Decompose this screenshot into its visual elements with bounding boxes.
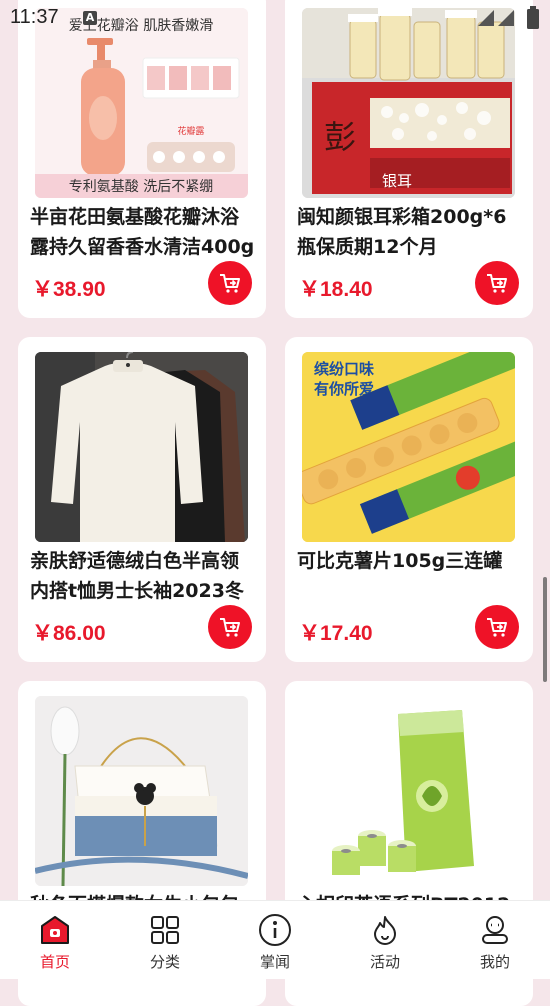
product-name[interactable]: 亲肤舒适德绒白色半高领内搭t恤男士长袖2023冬 — [30, 546, 256, 606]
product-image[interactable]: 缤纷口味 有你所爱 — [302, 352, 515, 542]
cart-icon — [220, 618, 240, 637]
status-bar: 11:37 A — [0, 0, 550, 36]
tremella-box-image: 彭 银耳 — [302, 8, 515, 198]
image-badge: 花瓣露 — [177, 125, 204, 137]
product-price: ￥18.40 — [299, 278, 373, 301]
product-image[interactable] — [35, 352, 248, 542]
scrollbar[interactable] — [543, 577, 547, 682]
info-icon — [258, 913, 292, 947]
tissue-image — [302, 696, 515, 886]
product-card[interactable]: 缤纷口味 有你所爱 可比克薯片105g三连罐 ￥17.40 — [285, 337, 533, 662]
product-price: ￥17.40 — [299, 622, 373, 645]
nav-label: 分类 — [149, 953, 180, 971]
product-card[interactable]: 爱上花瓣浴 肌肤香嫩滑 花瓣露 专利氨基酸 洗后不紧绷 半亩花田氨基酸花瓣沐浴露… — [18, 0, 266, 318]
product-name[interactable]: 半亩花田氨基酸花瓣沐浴露持久留香香水清洁400g — [30, 202, 256, 262]
home-icon — [38, 913, 72, 947]
product-image[interactable] — [35, 696, 248, 886]
image-brand-glyph: 彭 — [324, 118, 356, 156]
bottom-nav: 首页 分类 掌闻 活动 我的 — [0, 900, 550, 979]
body-wash-image: 爱上花瓣浴 肌肤香嫩滑 花瓣露 专利氨基酸 洗后不紧绷 — [35, 8, 248, 198]
nav-item-home[interactable]: 首页 — [0, 901, 110, 979]
nav-item-category[interactable]: 分类 — [110, 901, 220, 979]
add-to-cart-button[interactable] — [475, 261, 519, 305]
image-label: 银耳 — [382, 172, 412, 190]
sweater-image — [35, 352, 248, 542]
grid-icon — [148, 913, 182, 947]
nav-item-profile[interactable]: 我的 — [440, 901, 550, 979]
nav-label: 我的 — [479, 953, 510, 971]
image-footer: 专利氨基酸 洗后不紧绷 — [69, 178, 213, 195]
add-to-cart-button[interactable] — [208, 605, 252, 649]
nav-label: 掌闻 — [259, 953, 290, 971]
image-slogan-1: 缤纷口味 — [314, 360, 374, 378]
chips-image: 缤纷口味 有你所爱 — [302, 352, 515, 542]
product-image[interactable]: 爱上花瓣浴 肌肤香嫩滑 花瓣露 专利氨基酸 洗后不紧绷 — [35, 8, 248, 198]
add-to-cart-button[interactable] — [208, 261, 252, 305]
nav-label: 首页 — [39, 953, 70, 971]
product-price: ￥86.00 — [32, 622, 106, 645]
notification-icon: A — [83, 11, 97, 25]
product-price: ￥38.90 — [32, 278, 106, 301]
cart-icon — [220, 274, 240, 293]
cart-icon — [487, 618, 507, 637]
product-name[interactable]: 闽知颜银耳彩箱200g*6瓶保质期12个月 — [297, 202, 523, 262]
signal-icon — [478, 10, 514, 26]
battery-icon — [527, 6, 539, 29]
product-name[interactable]: 可比克薯片105g三连罐 — [297, 546, 523, 576]
handbag-image — [35, 696, 248, 886]
flame-icon — [368, 913, 402, 947]
nav-item-activity[interactable]: 活动 — [330, 901, 440, 979]
user-icon — [478, 913, 512, 947]
product-card[interactable]: 亲肤舒适德绒白色半高领内搭t恤男士长袖2023冬 ￥86.00 — [18, 337, 266, 662]
cart-icon — [487, 274, 507, 293]
add-to-cart-button[interactable] — [475, 605, 519, 649]
product-image[interactable]: 彭 银耳 — [302, 8, 515, 198]
product-card[interactable]: 彭 银耳 闽知颜银耳彩箱200g*6瓶保质期12个月 ￥18.40 — [285, 0, 533, 318]
nav-item-news[interactable]: 掌闻 — [220, 901, 330, 979]
status-time: 11:37 — [10, 6, 59, 28]
product-image[interactable] — [302, 696, 515, 886]
nav-label: 活动 — [369, 953, 400, 971]
